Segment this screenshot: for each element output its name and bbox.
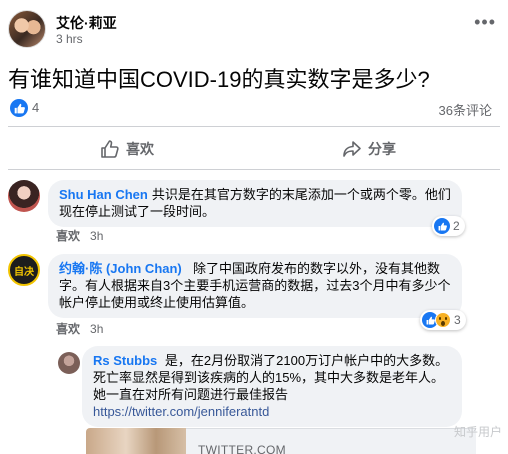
share-button[interactable]: 分享 <box>342 130 396 168</box>
share-button-label: 分享 <box>368 141 396 157</box>
comment-like-button[interactable]: 喜欢 <box>56 229 80 243</box>
comment-meta: 喜欢 3h <box>56 320 113 337</box>
like-button-label: 喜欢 <box>126 141 154 157</box>
comment: Shu Han Chen 共识是在其官方数字的末尾添加一个或两个零。他们 现在停止… <box>8 180 500 244</box>
author-avatar[interactable] <box>8 10 46 48</box>
link-preview-domain: TWITTER.COM <box>198 443 286 454</box>
link-preview[interactable]: TWITTER.COM <box>186 428 476 454</box>
comment-time[interactable]: 3h <box>90 229 103 243</box>
comment-like-button[interactable]: 喜欢 <box>56 322 80 336</box>
post-action-row: 喜欢 分享 <box>8 130 500 168</box>
post-text: 有谁知道中国COVID-19的真实数字是多少? <box>8 67 430 92</box>
comment-link[interactable]: https://twitter.com/jenniferatntd <box>93 404 269 419</box>
post-timestamp[interactable]: 3 hrs <box>56 32 83 46</box>
more-options-button[interactable]: ••• <box>474 12 496 33</box>
comment-text: 字。有人根据来自3个主要手机运营商的数据，过去3个月中有多少个 <box>59 278 451 293</box>
comment-bubble: Rs Stubbs 是，在2月份取消了2100万订户帐户中的大多数。 死亡率显然… <box>82 346 462 427</box>
watermark: 知乎用户 <box>453 425 502 439</box>
like-button[interactable]: 喜欢 <box>100 130 154 168</box>
comment-bubble: 约翰·陈 (John Chan) 除了中国政府发布的数字以外，没有其他数 字。有… <box>48 254 462 318</box>
like-reaction-icon <box>434 218 450 234</box>
comment-text: 帐户停止使用或终止使用估算值。 <box>59 295 255 310</box>
comment-text: 除了中国政府发布的数字以外，没有其他数 <box>193 261 441 276</box>
commenter-avatar[interactable] <box>8 180 40 212</box>
comment-text: 现在停止测试了一段时间。 <box>59 204 216 219</box>
post-header: 艾伦·莉亚 3 hrs ••• <box>8 10 500 50</box>
reaction-summary: 4 36条评论 <box>8 98 500 118</box>
comment-text: 她一直在对所有问题进行最佳报告 <box>93 387 289 402</box>
commenter-name[interactable]: Rs Stubbs <box>93 353 157 368</box>
commenter-name[interactable]: Shu Han Chen <box>59 187 148 202</box>
commenter-name[interactable]: 约翰·陈 (John Chan) <box>59 261 182 276</box>
comment-reactions[interactable]: 3 <box>420 310 466 330</box>
wow-reaction-icon <box>435 312 451 328</box>
comment-bubble: Shu Han Chen 共识是在其官方数字的末尾添加一个或两个零。他们 现在停止… <box>48 180 462 227</box>
comment-time[interactable]: 3h <box>90 322 103 336</box>
reaction-count[interactable]: 4 <box>32 100 39 115</box>
comment-text: 死亡率显然是得到该疾病的人的15%，其中大多数是老年人。 <box>93 370 445 385</box>
comment-reactions[interactable]: 2 <box>432 216 465 236</box>
reply-comment: Rs Stubbs 是，在2月份取消了2100万订户帐户中的大多数。 死亡率显然… <box>58 346 500 428</box>
divider <box>8 169 500 170</box>
link-preview-image[interactable] <box>86 428 186 454</box>
comment: 自决 约翰·陈 (John Chan) 除了中国政府发布的数字以外，没有其他数 … <box>8 254 500 338</box>
commenter-avatar[interactable]: 自决 <box>8 254 40 286</box>
comment-text: 是，在2月份取消了2100万订户帐户中的大多数。 <box>164 353 449 368</box>
comment-reaction-count: 2 <box>453 219 460 233</box>
comment-count[interactable]: 36条评论 <box>439 100 492 119</box>
comment-reaction-count: 3 <box>454 313 461 327</box>
share-arrow-icon <box>343 141 361 157</box>
divider <box>8 126 500 127</box>
thumbs-up-icon <box>101 140 119 158</box>
post-author-name[interactable]: 艾伦·莉亚 <box>56 13 117 33</box>
like-reaction-icon[interactable] <box>10 99 28 117</box>
comment-text: 共识是在其官方数字的末尾添加一个或两个零。他们 <box>151 187 451 202</box>
commenter-avatar[interactable] <box>58 352 80 374</box>
comment-meta: 喜欢 3h <box>56 227 113 244</box>
